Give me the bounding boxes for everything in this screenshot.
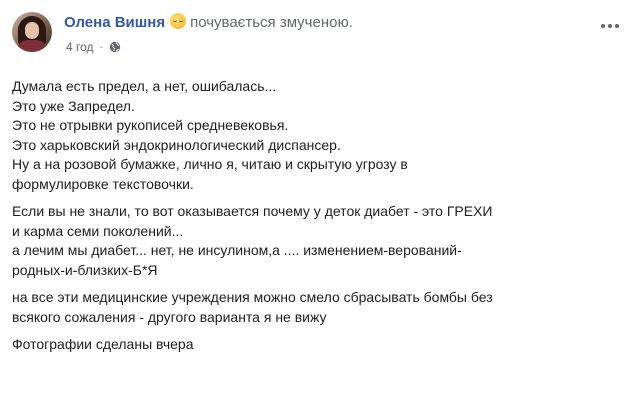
post-line: Это уже Запредел. [12, 97, 135, 114]
globe-icon[interactable] [109, 41, 121, 53]
paragraph-1: Думала есть предел, а нет, ошибалась... … [12, 77, 620, 194]
feeling-text: почувається змученою. [190, 14, 353, 31]
avatar[interactable] [12, 12, 52, 52]
post-line: родных-и-близких-Б*Я [12, 261, 158, 278]
more-options-icon[interactable] [600, 16, 620, 36]
post-line: всякого сожаления - другого варианта я н… [12, 308, 327, 325]
post-timestamp[interactable]: 4 год [66, 40, 94, 54]
post-body: Думала есть предел, а нет, ошибалась... … [12, 77, 620, 363]
post-line: Это харьковский эндокринологический дисп… [12, 136, 341, 153]
avatar-face [25, 22, 39, 39]
post-line: и карма семи поколений... [12, 222, 184, 239]
post-header: Олена Вишня почувається змученою. 4 год · [12, 12, 620, 62]
tired-face-emoji-icon [170, 13, 187, 29]
avatar-shirt [16, 40, 48, 52]
dot-icon [615, 24, 619, 28]
paragraph-2: Если вы не знали, то вот оказывается поч… [12, 202, 620, 280]
post-line: Ну а на розовой бумажке, лично я, читаю … [12, 156, 408, 172]
post-author-line: Олена Вишня почувається змученою. [64, 13, 353, 31]
paragraph-3: на все эти медицинские учреждения можно … [12, 288, 620, 327]
paragraph-4: Фотографии сделаны вчера [12, 335, 620, 355]
post-line: Думала есть предел, а нет, ошибалась... [12, 78, 277, 94]
post-line: Фотографии сделаны вчера [12, 336, 194, 352]
author-name[interactable]: Олена Вишня [64, 14, 165, 31]
meta-separator: · [99, 41, 103, 53]
post-line: а лечим мы диабет... нет, не инсулином,а… [12, 242, 462, 258]
post-line: на все эти медицинские учреждения можно … [12, 289, 493, 305]
post-line: Это не отрывки рукописей средневековья. [12, 117, 289, 133]
dot-icon [601, 24, 605, 28]
post-meta: 4 год · [66, 40, 121, 54]
post-line: формулировке текстовочки. [12, 175, 194, 192]
post-line: Если вы не знали, то вот оказывается поч… [12, 203, 493, 219]
dot-icon [608, 24, 612, 28]
